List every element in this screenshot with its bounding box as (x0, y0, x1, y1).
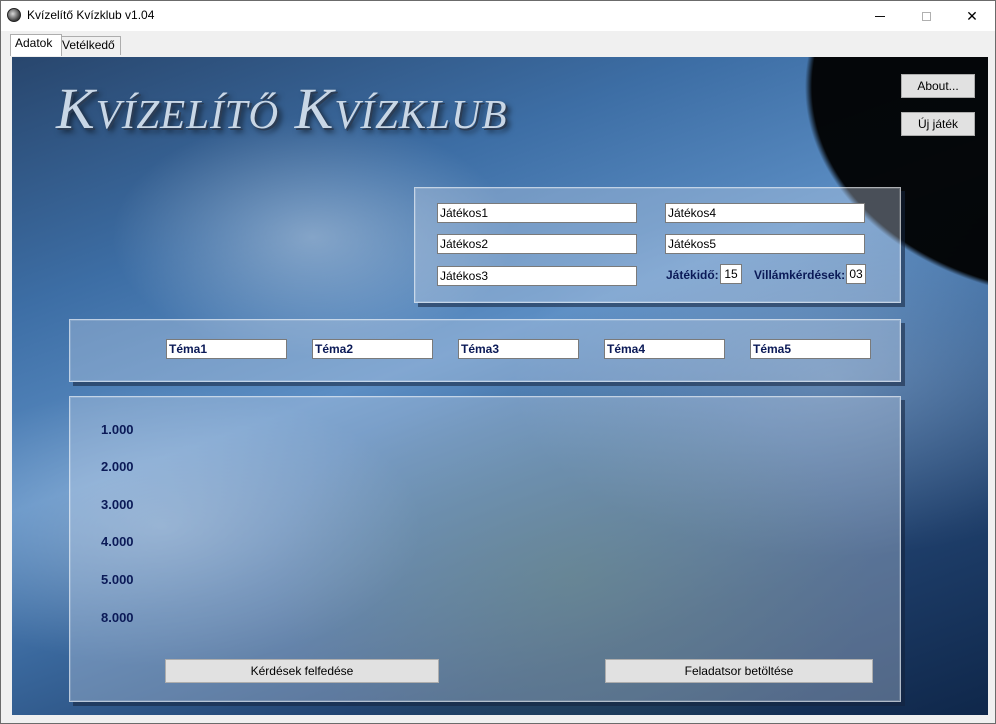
title-bar: Kvízelítő Kvízklub v1.04 ✕ (1, 1, 995, 31)
tab-strip: Adatok Vetélkedő (1, 31, 995, 56)
tab-adatok[interactable]: Adatok (10, 34, 62, 56)
player-4-field[interactable]: Játékos4 (665, 203, 865, 223)
lightning-label: Villámkérdések: (754, 268, 846, 282)
minimize-icon (875, 15, 885, 17)
close-icon: ✕ (966, 7, 978, 24)
player-2-field[interactable]: Játékos2 (437, 234, 637, 254)
maximize-button[interactable] (903, 1, 949, 31)
game-time-label: Játékidő: (666, 268, 719, 282)
new-game-button[interactable]: Új játék (901, 112, 975, 136)
value-row-3: 3.000 (101, 497, 134, 512)
theme-3-field[interactable]: Téma3 (458, 339, 579, 359)
theme-1-field[interactable]: Téma1 (166, 339, 287, 359)
themes-panel: Téma1 Téma2 Téma3 Téma4 Téma5 (69, 319, 901, 382)
lightning-field[interactable]: 03 (846, 264, 866, 284)
theme-2-field[interactable]: Téma2 (312, 339, 433, 359)
about-button[interactable]: About... (901, 74, 975, 98)
value-row-4: 4.000 (101, 534, 134, 549)
window-title: Kvízelítő Kvízklub v1.04 (27, 8, 155, 22)
game-time-field[interactable]: 15 (720, 264, 742, 284)
value-row-6: 8.000 (101, 610, 134, 625)
value-row-1: 1.000 (101, 422, 134, 437)
tab-vetelkedo[interactable]: Vetélkedő (57, 36, 121, 55)
player-5-field[interactable]: Játékos5 (665, 234, 865, 254)
theme-4-field[interactable]: Téma4 (604, 339, 725, 359)
app-logo: Kvízelítő Kvízklub (56, 76, 508, 141)
app-globe-icon (7, 8, 21, 22)
reveal-questions-button[interactable]: Kérdések felfedése (165, 659, 439, 683)
value-row-5: 5.000 (101, 572, 134, 587)
player-1-field[interactable]: Játékos1 (437, 203, 637, 223)
main-stage: Kvízelítő Kvízklub About... Új játék Ját… (12, 57, 988, 715)
load-question-set-button[interactable]: Feladatsor betöltése (605, 659, 873, 683)
theme-5-field[interactable]: Téma5 (750, 339, 871, 359)
question-grid-panel: 1.000 2.000 3.000 4.000 5.000 8.000 Kérd… (69, 396, 901, 702)
app-window: Kvízelítő Kvízklub v1.04 ✕ Adatok Vetélk… (0, 0, 996, 724)
close-button[interactable]: ✕ (949, 1, 995, 31)
players-panel: Játékos1 Játékos2 Játékos3 Játékos4 Játé… (414, 187, 901, 303)
value-row-2: 2.000 (101, 459, 134, 474)
player-3-field[interactable]: Játékos3 (437, 266, 637, 286)
minimize-button[interactable] (857, 1, 903, 31)
maximize-icon (921, 11, 931, 21)
